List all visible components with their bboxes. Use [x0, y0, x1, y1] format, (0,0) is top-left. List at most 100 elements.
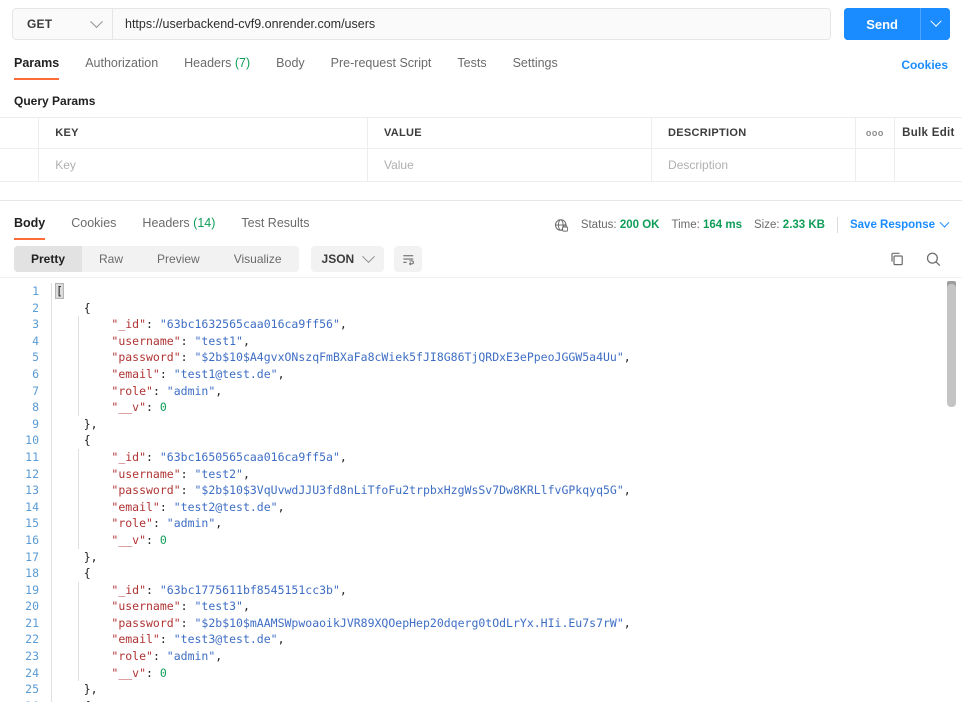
code-line[interactable]: "email": "test3@test.de", — [56, 631, 962, 648]
code-token: { — [83, 566, 91, 581]
code-token: : — [180, 466, 195, 481]
time-group: Time: 164 ms — [671, 219, 742, 231]
format-visualize[interactable]: Visualize — [217, 246, 299, 272]
query-params-table: KEY VALUE DESCRIPTION ooo Bulk Edit Key … — [0, 117, 962, 182]
row-checkbox-cell[interactable] — [0, 148, 40, 182]
bulk-edit-button[interactable]: Bulk Edit — [894, 118, 962, 149]
code-token: "test2" — [194, 466, 243, 481]
code-token: , — [339, 449, 347, 464]
vertical-scrollbar[interactable] — [947, 278, 956, 702]
response-tabs: Body Cookies Headers (14) Test Results S… — [0, 209, 962, 241]
code-content[interactable]: [ { "_id": "63bc1632565caa016ca9ff56", "… — [48, 283, 962, 702]
checkbox-column-header — [0, 117, 40, 149]
indent-guide — [78, 316, 79, 416]
code-line[interactable]: }, — [56, 549, 962, 566]
code-token: "$2b$10$mAAMSWpwoaoikJVR89XQOepHep20dqer… — [194, 615, 624, 630]
search-button[interactable] — [925, 251, 942, 268]
code-line[interactable]: "password": "$2b$10$mAAMSWpwoaoikJVR89XQ… — [56, 615, 962, 632]
line-number: 16 — [25, 532, 39, 547]
code-token: : — [146, 449, 160, 464]
code-token: 0 — [159, 665, 167, 680]
code-token: "test2@test.de" — [173, 499, 278, 514]
format-segmented-control: Pretty Raw Preview Visualize — [14, 246, 299, 272]
code-line[interactable]: [ — [55, 283, 962, 300]
copy-button[interactable] — [889, 251, 905, 267]
code-token: , — [215, 516, 223, 531]
code-token: "__v" — [111, 665, 147, 680]
code-line[interactable]: "role": "admin", — [56, 648, 962, 665]
column-options-button[interactable]: ooo — [855, 117, 895, 149]
code-token: "_id" — [111, 582, 147, 597]
tab-headers[interactable]: Headers (7) — [184, 56, 250, 74]
tab-label: Cookies — [71, 216, 117, 230]
code-line[interactable]: "__v": 0 — [56, 532, 962, 549]
http-method-label: GET — [27, 17, 53, 31]
code-line[interactable]: { — [56, 565, 962, 582]
method-url-group: GET — [12, 8, 832, 40]
code-line[interactable]: "__v": 0 — [56, 665, 962, 682]
line-number: 20 — [25, 599, 39, 614]
code-line[interactable]: "_id": "63bc1775611bf8545151cc3b", — [56, 582, 962, 599]
table-header-row: KEY VALUE DESCRIPTION ooo Bulk Edit — [0, 117, 962, 149]
response-body-viewer[interactable]: 1 2 3 4 5 6 7 8 9 10 11 12 13 14 15 16 17 18 19 20 21 22 23 24 2… — [0, 277, 962, 702]
tab-settings[interactable]: Settings — [513, 56, 558, 74]
code-line[interactable]: "email": "test2@test.de", — [56, 499, 962, 516]
response-tab-body[interactable]: Body — [14, 216, 46, 240]
save-response-button[interactable]: Save Response — [849, 217, 950, 231]
tab-body[interactable]: Body — [276, 56, 305, 74]
query-params-title: Query Params — [14, 94, 96, 108]
param-key-input[interactable]: Key — [38, 148, 368, 182]
cookies-link[interactable]: Cookies — [901, 58, 948, 72]
code-line[interactable]: "_id": "63bc1632565caa016ca9ff56", — [56, 316, 962, 333]
send-button[interactable]: Send — [844, 8, 920, 40]
tab-pre-request-script[interactable]: Pre-request Script — [331, 56, 432, 74]
line-number: 22 — [25, 632, 39, 647]
tab-params[interactable]: Params — [14, 56, 60, 80]
code-line[interactable]: "username": "test3", — [56, 598, 962, 615]
http-method-select[interactable]: GET — [13, 9, 113, 39]
code-line[interactable]: "username": "test1", — [56, 333, 962, 350]
tab-authorization[interactable]: Authorization — [85, 56, 158, 74]
tab-label: Body — [14, 216, 46, 230]
code-token: }, — [83, 416, 98, 431]
code-token: , — [623, 483, 631, 498]
response-tab-test-results[interactable]: Test Results — [241, 216, 309, 234]
code-line[interactable]: }, — [56, 416, 962, 433]
code-token: , — [242, 599, 250, 614]
ellipsis-icon: ooo — [865, 128, 884, 138]
wrap-lines-button[interactable] — [394, 246, 423, 272]
param-value-input[interactable]: Value — [367, 148, 653, 182]
save-response-label: Save Response — [849, 219, 935, 231]
response-tab-cookies[interactable]: Cookies — [71, 216, 116, 234]
code-line[interactable]: { — [56, 300, 962, 317]
divider — [836, 217, 838, 233]
code-line[interactable]: "username": "test2", — [56, 466, 962, 483]
format-raw[interactable]: Raw — [82, 246, 140, 272]
response-tab-headers[interactable]: Headers (14) — [142, 216, 215, 234]
code-line[interactable]: "role": "admin", — [56, 515, 962, 532]
format-pretty[interactable]: Pretty — [14, 246, 83, 272]
send-options-button[interactable] — [920, 8, 950, 40]
code-line[interactable]: "_id": "63bc1650565caa016ca9ff5a", — [56, 449, 962, 466]
code-token: "__v" — [111, 400, 147, 415]
code-line[interactable]: { — [56, 698, 962, 702]
scrollbar-thumb[interactable] — [947, 284, 956, 407]
code-token: : — [146, 400, 160, 415]
code-line[interactable]: { — [56, 432, 962, 449]
code-token: , — [339, 582, 347, 597]
line-number: 10 — [25, 433, 39, 448]
code-line[interactable]: "__v": 0 — [56, 399, 962, 416]
request-url-input[interactable] — [113, 9, 831, 39]
code-line[interactable]: "password": "$2b$10$A4gvxONszqFmBXaFa8cW… — [56, 349, 962, 366]
line-number: 18 — [25, 566, 39, 581]
code-line[interactable]: "email": "test1@test.de", — [56, 366, 962, 383]
code-token: : — [180, 333, 195, 348]
language-select[interactable]: JSON — [310, 246, 385, 272]
code-line[interactable]: "role": "admin", — [56, 383, 962, 400]
format-preview[interactable]: Preview — [140, 246, 217, 272]
tab-tests[interactable]: Tests — [457, 56, 486, 74]
code-token: "63bc1775611bf8545151cc3b" — [159, 582, 340, 597]
code-line[interactable]: "password": "$2b$10$3VqUvwdJJU3fd8nLiTfo… — [56, 482, 962, 499]
param-description-input[interactable]: Description — [651, 148, 856, 182]
code-line[interactable]: }, — [56, 681, 962, 698]
